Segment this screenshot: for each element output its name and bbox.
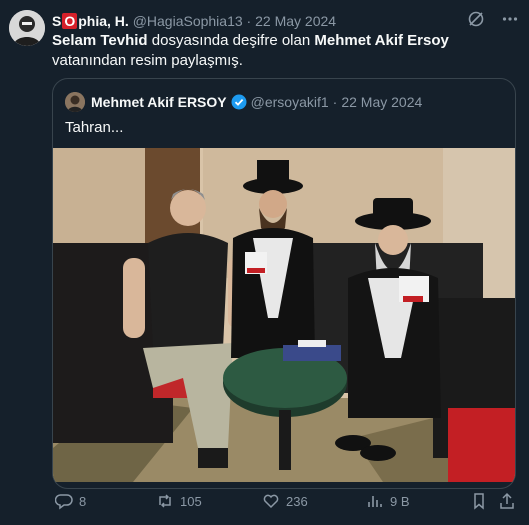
bookmark-icon [474, 493, 484, 510]
retweet-count: 105 [180, 493, 202, 509]
quoted-author-handle[interactable]: @ersoyakif1 [251, 93, 329, 111]
author-display-name[interactable]: S Ophia, H. [52, 13, 129, 29]
quoted-tweet-text: Tahran... [65, 119, 124, 136]
reply-button[interactable]: 8 [55, 491, 86, 511]
quoted-tweet-date[interactable]: 22 May 2024 [341, 93, 422, 111]
heart-icon [263, 494, 279, 509]
more-options-icon[interactable] [501, 10, 519, 28]
views-count: 9 B [390, 493, 410, 509]
name-badge: O [62, 13, 78, 29]
quoted-date-separator: · [332, 94, 338, 110]
verified-badge-icon [231, 94, 247, 110]
date-separator: · [246, 13, 252, 29]
retweet-icon [159, 494, 171, 508]
quoted-tweet-header: Mehmet Akif ERSOY @ersoyakif1 · 22 May 2… [65, 92, 422, 112]
quoted-author-name[interactable]: Mehmet Akif ERSOY [91, 93, 227, 111]
share-icon [500, 492, 514, 509]
views-chart-icon [368, 496, 382, 507]
tweet-card[interactable]: S Ophia, H. @HagiaSophia13 · 22 May 2024 … [0, 0, 529, 525]
mention-selam-tevhid: Selam Tevhid [52, 32, 148, 49]
grok-icon[interactable] [467, 10, 485, 28]
tweet-date[interactable]: 22 May 2024 [255, 13, 336, 29]
share-button[interactable] [498, 491, 522, 511]
quoted-tweet[interactable]: Mehmet Akif ERSOY @ersoyakif1 · 22 May 2… [52, 78, 516, 489]
like-button[interactable]: 236 [262, 491, 308, 511]
author-handle[interactable]: @HagiaSophia13 [133, 13, 243, 29]
quoted-author-avatar[interactable] [65, 92, 85, 112]
views-button[interactable]: 9 B [366, 491, 410, 511]
tweet-text: Selam Tevhid dosyasında deşifre olan Meh… [52, 31, 502, 71]
mention-mehmet-akif-ersoy: Mehmet Akif Ersoy [314, 32, 449, 49]
author-avatar[interactable] [9, 10, 45, 46]
reply-icon [55, 494, 73, 510]
tweet-text-segment-2: vatanından resim paylaşmış. [52, 52, 243, 69]
bookmark-button[interactable] [470, 491, 494, 511]
like-count: 236 [286, 493, 308, 509]
quoted-tweet-photo[interactable] [53, 148, 515, 482]
tweet-actions-bar: 8 105 236 9 B [52, 491, 516, 511]
tweet-top-icons [467, 10, 519, 28]
tweet-header: S Ophia, H. @HagiaSophia13 · 22 May 2024 [52, 12, 519, 32]
reply-count: 8 [79, 493, 87, 509]
tweet-text-segment: dosyasında deşifre olan [147, 32, 315, 49]
retweet-button[interactable]: 105 [156, 491, 202, 511]
